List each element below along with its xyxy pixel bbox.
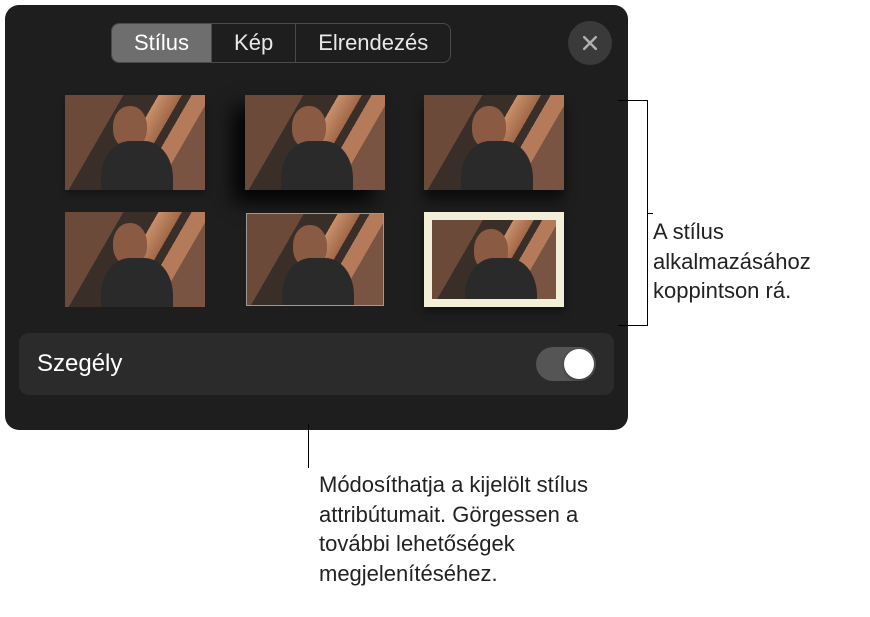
border-label: Szegély [37, 350, 122, 378]
tab-layout[interactable]: Elrendezés [296, 24, 450, 62]
callout-right: A stílus alkalmazásához koppintson rá. [653, 217, 863, 306]
tab-style-label: Stílus [134, 30, 189, 56]
border-option-row: Szegély [19, 333, 614, 395]
tab-bar: Stílus Kép Elrendezés [5, 5, 628, 65]
style-thumb-5[interactable] [245, 212, 385, 307]
thumb-image [246, 213, 384, 306]
tab-image[interactable]: Kép [212, 24, 296, 62]
callout-leader-right [618, 100, 648, 326]
style-thumb-4[interactable] [65, 212, 205, 307]
tab-layout-label: Elrendezés [318, 30, 428, 56]
thumb-image [424, 95, 564, 190]
border-toggle[interactable] [536, 347, 596, 381]
close-icon [580, 33, 600, 53]
tab-style[interactable]: Stílus [112, 24, 212, 62]
thumb-image [65, 212, 205, 307]
style-thumb-3[interactable] [424, 95, 564, 190]
style-thumb-1[interactable] [65, 95, 205, 190]
callout-bottom: Módosíthatja a kijelölt stílus attribútu… [319, 470, 639, 589]
thumb-image [245, 95, 385, 190]
thumb-image [432, 220, 556, 299]
tab-image-label: Kép [234, 30, 273, 56]
toggle-knob [564, 349, 594, 379]
format-panel: Stílus Kép Elrendezés Szegély [5, 5, 628, 430]
style-thumb-6[interactable] [424, 212, 564, 307]
styles-grid [5, 65, 628, 327]
segmented-control: Stílus Kép Elrendezés [111, 23, 451, 63]
callout-leader-bottom [308, 424, 309, 468]
thumb-image [65, 95, 205, 190]
close-button[interactable] [568, 21, 612, 65]
style-thumb-2[interactable] [245, 95, 385, 190]
